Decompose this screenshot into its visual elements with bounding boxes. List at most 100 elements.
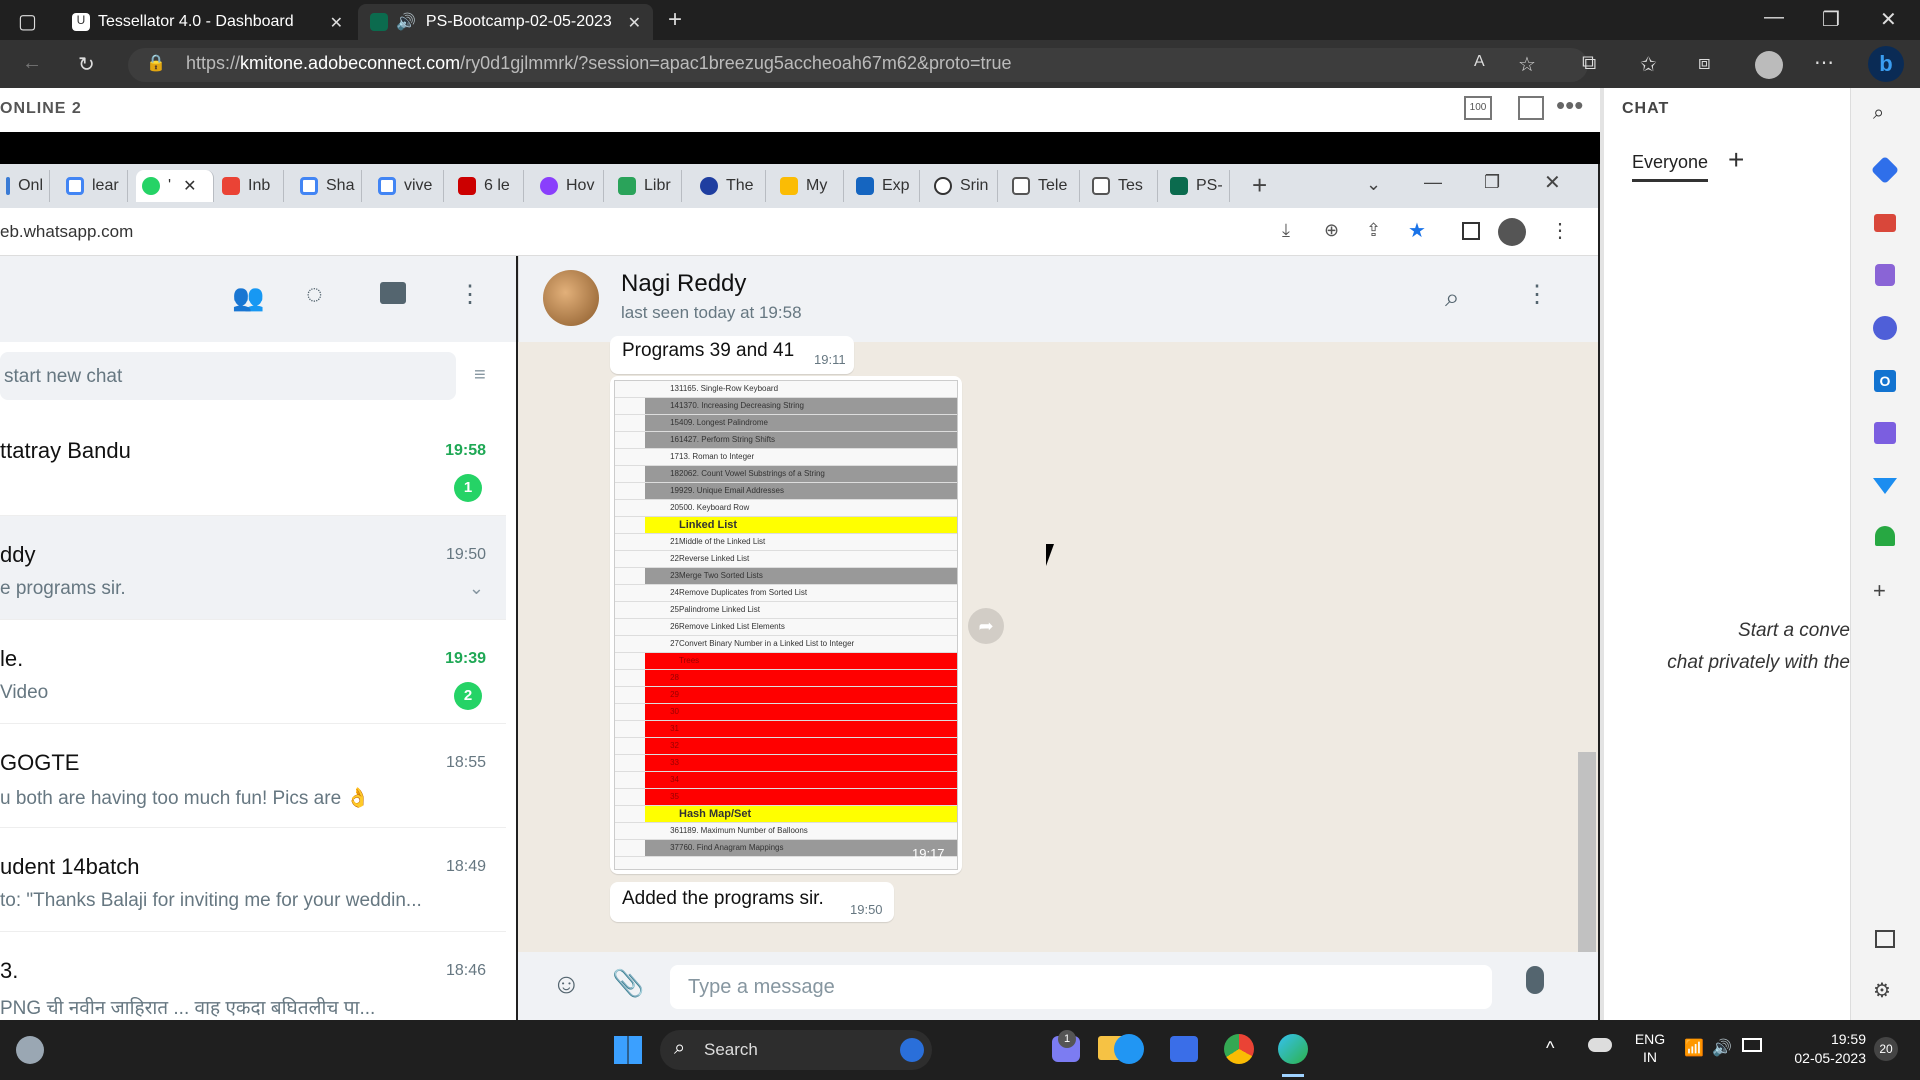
store-icon[interactable]: [1170, 1036, 1198, 1062]
notification-badge[interactable]: 20: [1874, 1037, 1898, 1061]
conversation-header[interactable]: Nagi Reddy last seen today at 19:58 ⌕ ⋮: [518, 256, 1598, 342]
contact-avatar[interactable]: [543, 270, 599, 326]
chat-list-item[interactable]: udent 14batch to: "Thanks Balaji for invi…: [0, 828, 506, 932]
chat-list-item[interactable]: ttatray Bandu 19:58 1: [0, 412, 506, 516]
emoji-icon[interactable]: ☺: [552, 968, 581, 1000]
show-hidden-icons-icon[interactable]: ^: [1546, 1038, 1554, 1059]
new-tab-icon[interactable]: +: [668, 6, 682, 34]
inner-tab[interactable]: Sha: [294, 170, 362, 202]
more-options-icon[interactable]: •••: [1556, 90, 1583, 121]
inner-tab[interactable]: lear: [60, 170, 128, 202]
games-icon[interactable]: [1875, 264, 1895, 286]
restore-icon[interactable]: ❐: [1822, 7, 1840, 32]
wifi-icon[interactable]: 📶: [1684, 1038, 1704, 1058]
new-chat-icon[interactable]: [380, 282, 406, 304]
scrollbar-thumb[interactable]: [1578, 752, 1596, 952]
chat-search-box[interactable]: start new chat: [0, 352, 456, 400]
bookmark-star-icon[interactable]: ★: [1408, 218, 1426, 243]
url-text[interactable]: https://kmitone.adobeconnect.com/ry0d1gj…: [186, 53, 1012, 74]
telegram-icon[interactable]: [1873, 478, 1897, 494]
inner-tab[interactable]: Libr: [612, 170, 682, 202]
inner-tab[interactable]: Hov: [534, 170, 604, 202]
add-favorite-icon[interactable]: ☆: [1518, 52, 1536, 77]
close-tab-icon[interactable]: ✕: [628, 13, 641, 33]
sidebar-search-icon[interactable]: ⌕: [1873, 102, 1884, 125]
speaker-icon[interactable]: 🔊: [396, 12, 416, 32]
communities-icon[interactable]: 👥: [232, 282, 264, 313]
side-panel-icon[interactable]: [1462, 222, 1480, 240]
close-tab-icon[interactable]: ✕: [183, 176, 196, 196]
inner-tab-whatsapp[interactable]: ' ✕: [136, 170, 214, 202]
zoom-icon[interactable]: ⊕: [1324, 220, 1339, 241]
onedrive-icon[interactable]: [1588, 1038, 1612, 1052]
help-icon[interactable]: [1114, 1034, 1144, 1064]
tab-search-chevron-icon[interactable]: ⌄: [1366, 174, 1381, 195]
search-conversation-icon[interactable]: ⌕: [1445, 282, 1460, 314]
inner-new-tab-icon[interactable]: +: [1252, 170, 1267, 201]
tab-actions-icon[interactable]: ▢: [18, 9, 37, 34]
inner-tab[interactable]: vive: [372, 170, 444, 202]
inner-restore-icon[interactable]: ❐: [1484, 172, 1500, 193]
refresh-icon[interactable]: ↻: [78, 52, 95, 77]
microphone-icon[interactable]: [1526, 966, 1544, 994]
search-input[interactable]: start new chat: [4, 366, 122, 388]
inner-tab[interactable]: My: [774, 170, 844, 202]
close-tab-icon[interactable]: ✕: [330, 13, 343, 33]
extensions-icon[interactable]: ⧉: [1582, 52, 1596, 75]
tree-icon[interactable]: [1875, 526, 1895, 546]
inner-tab[interactable]: Inb: [216, 170, 284, 202]
lock-icon[interactable]: 🔒: [146, 53, 166, 73]
message-bubble[interactable]: Programs 39 and 41 19:11: [610, 336, 854, 374]
chrome-icon[interactable]: [1224, 1034, 1254, 1064]
zoom-100-icon[interactable]: 100: [1464, 96, 1492, 120]
weather-icon[interactable]: [16, 1036, 44, 1064]
install-app-icon[interactable]: ⤓: [1282, 220, 1290, 241]
inner-url[interactable]: eb.whatsapp.com: [0, 222, 133, 242]
share-icon[interactable]: ⇪: [1366, 220, 1381, 241]
outlook-icon[interactable]: O: [1874, 370, 1896, 392]
status-icon[interactable]: ◌: [306, 278, 323, 310]
menu-icon[interactable]: ⋮: [458, 280, 482, 309]
taskbar-search[interactable]: ⌕ Search: [660, 1030, 932, 1070]
shopping-icon[interactable]: [1870, 155, 1900, 185]
read-aloud-icon[interactable]: A: [1474, 53, 1485, 71]
inner-tab[interactable]: PS-: [1164, 170, 1230, 202]
chat-list-item[interactable]: le. Video 19:39 2: [0, 620, 506, 724]
tab-tessellator[interactable]: U Tessellator 4.0 - Dashboard ✕: [60, 4, 355, 40]
inner-menu-icon[interactable]: ⋮: [1550, 218, 1570, 243]
conversation-menu-icon[interactable]: ⋮: [1525, 280, 1549, 309]
minimize-icon[interactable]: —: [1764, 6, 1784, 29]
attach-icon[interactable]: 📎: [612, 968, 644, 999]
tab-ps-bootcamp[interactable]: 🔊 PS-Bootcamp-02-05-2023 ✕: [358, 4, 653, 40]
inner-tab[interactable]: Onl: [0, 170, 50, 202]
hide-sidebar-icon[interactable]: [1875, 930, 1895, 948]
bing-copilot-icon[interactable]: b: [1868, 46, 1904, 82]
fullscreen-icon[interactable]: [1518, 96, 1544, 120]
chat-tab-everyone[interactable]: Everyone: [1632, 152, 1709, 182]
spreadsheet-image[interactable]: 13 1165. Single-Row Keyboard 14 1370. Incre…: [614, 380, 958, 870]
inner-tab[interactable]: Tes: [1086, 170, 1158, 202]
edge-icon[interactable]: [1278, 1034, 1308, 1064]
chat-list-item[interactable]: ddy e programs sir. 19:50 ⌄: [0, 516, 506, 620]
add-chat-tab-button[interactable]: +: [1728, 144, 1744, 176]
inner-tab[interactable]: 6 le: [452, 170, 524, 202]
filter-icon[interactable]: ≡: [474, 364, 486, 387]
inner-profile-avatar[interactable]: [1498, 218, 1526, 246]
inner-minimize-icon[interactable]: —: [1424, 172, 1442, 193]
back-icon[interactable]: ←: [22, 52, 42, 75]
forward-icon[interactable]: ➦: [968, 608, 1004, 644]
clock[interactable]: 19:59 02-05-2023: [1770, 1030, 1866, 1068]
close-window-icon[interactable]: ✕: [1880, 7, 1897, 32]
inner-close-icon[interactable]: ✕: [1544, 170, 1561, 195]
volume-icon[interactable]: 🔊: [1712, 1038, 1732, 1058]
language-indicator[interactable]: ENG IN: [1630, 1030, 1670, 1066]
collections-icon[interactable]: ⧈: [1698, 52, 1711, 75]
chat-list-item[interactable]: GOGTE u both are having too much fun! Pic…: [0, 724, 506, 828]
sidebar-settings-icon[interactable]: ⚙: [1873, 978, 1891, 1003]
message-bubble[interactable]: Added the programs sir. 19:50: [610, 882, 894, 922]
start-icon[interactable]: [614, 1036, 642, 1064]
inner-tab[interactable]: Exp: [850, 170, 920, 202]
favorites-icon[interactable]: ✩: [1640, 52, 1657, 77]
add-sidebar-app-icon[interactable]: +: [1873, 578, 1886, 604]
inner-tab[interactable]: The: [694, 170, 766, 202]
